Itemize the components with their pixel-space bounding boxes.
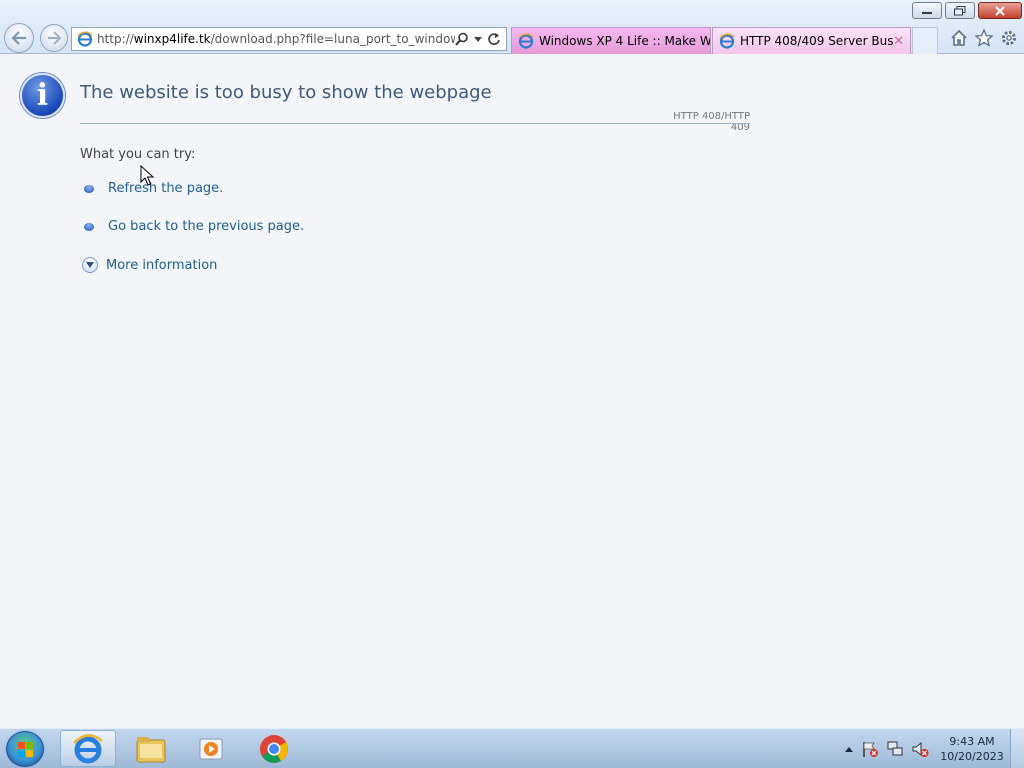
taskbar-media-player[interactable] <box>183 730 239 767</box>
address-url[interactable]: http://winxp4life.tk/download.php?file=l… <box>97 32 455 46</box>
more-info-text[interactable]: More information <box>106 258 217 273</box>
start-button[interactable] <box>6 731 44 767</box>
go-back-link[interactable]: Go back to the previous page. <box>84 219 304 234</box>
minimize-icon <box>922 11 932 14</box>
expand-chevron-icon <box>82 257 98 273</box>
internet-explorer-icon <box>73 733 103 763</box>
restore-button[interactable] <box>945 2 975 19</box>
tab-server-busy[interactable]: HTTP 408/409 Server Busy ✕ <box>712 27 911 54</box>
system-tray: 9:43 AM 10/20/2023 <box>844 729 1024 768</box>
error-code: HTTP 408/HTTP 409 <box>673 111 750 133</box>
page-title: The website is too busy to show the webp… <box>80 82 492 103</box>
restore-icon <box>954 5 966 15</box>
minimize-button[interactable] <box>912 2 942 19</box>
ie-page-icon <box>77 31 93 47</box>
taskbar-file-explorer[interactable] <box>123 730 179 767</box>
search-icon[interactable] <box>455 32 469 46</box>
close-window-button[interactable] <box>978 2 1022 19</box>
taskbar: 9:43 AM 10/20/2023 <box>0 728 1024 768</box>
refresh-icon[interactable] <box>487 32 501 46</box>
browser-chrome: http://winxp4life.tk/download.php?file=l… <box>0 0 1024 54</box>
close-tab-icon[interactable]: ✕ <box>893 34 910 49</box>
ie-tab-icon <box>518 33 534 49</box>
bullet-icon <box>84 184 94 193</box>
window-controls <box>912 2 1022 19</box>
clock-date: 10/20/2023 <box>940 750 1004 763</box>
new-tab-button[interactable] <box>912 27 938 54</box>
home-icon[interactable] <box>950 29 968 47</box>
suggestion-text[interactable]: Go back to the previous page. <box>108 219 304 234</box>
ie-tab-icon <box>719 33 735 49</box>
folder-icon <box>136 736 166 762</box>
tab-label: HTTP 408/409 Server Busy <box>740 34 894 48</box>
forward-arrow-icon <box>48 31 62 45</box>
volume-muted-icon[interactable] <box>911 740 929 758</box>
network-icon[interactable] <box>886 740 904 758</box>
clock[interactable]: 9:43 AM 10/20/2023 <box>940 734 1004 764</box>
show-desktop-button[interactable] <box>1010 729 1024 768</box>
address-bar[interactable]: http://winxp4life.tk/download.php?file=l… <box>71 27 507 51</box>
action-center-flag-icon[interactable] <box>861 740 879 758</box>
back-button[interactable] <box>4 23 34 53</box>
forward-button[interactable] <box>40 24 68 52</box>
tab-label: Windows XP 4 Life :: Make Wi... <box>539 34 710 48</box>
favorites-star-icon[interactable] <box>975 29 993 47</box>
dropdown-arrow-icon[interactable] <box>474 35 482 43</box>
info-icon: i <box>20 73 65 118</box>
show-hidden-icons-icon[interactable] <box>844 744 854 754</box>
chrome-icon <box>260 734 288 763</box>
taskbar-internet-explorer[interactable] <box>60 730 116 767</box>
close-icon <box>995 5 1005 16</box>
suggestion-text[interactable]: Refresh the page. <box>108 181 223 196</box>
settings-gear-icon[interactable] <box>1000 29 1018 47</box>
suggestions-heading: What you can try: <box>80 147 196 162</box>
media-player-icon <box>199 738 223 759</box>
more-information-toggle[interactable]: More information <box>82 257 217 273</box>
clock-time: 9:43 AM <box>949 735 995 748</box>
taskbar-chrome[interactable] <box>246 730 302 767</box>
tab-winxp4life[interactable]: Windows XP 4 Life :: Make Wi... <box>511 27 711 54</box>
windows-logo-icon <box>18 742 33 757</box>
title-divider <box>80 123 750 124</box>
mouse-cursor-icon <box>140 165 154 186</box>
toolbar-right <box>950 29 1018 47</box>
back-arrow-icon <box>11 31 26 45</box>
bullet-icon <box>84 222 94 231</box>
